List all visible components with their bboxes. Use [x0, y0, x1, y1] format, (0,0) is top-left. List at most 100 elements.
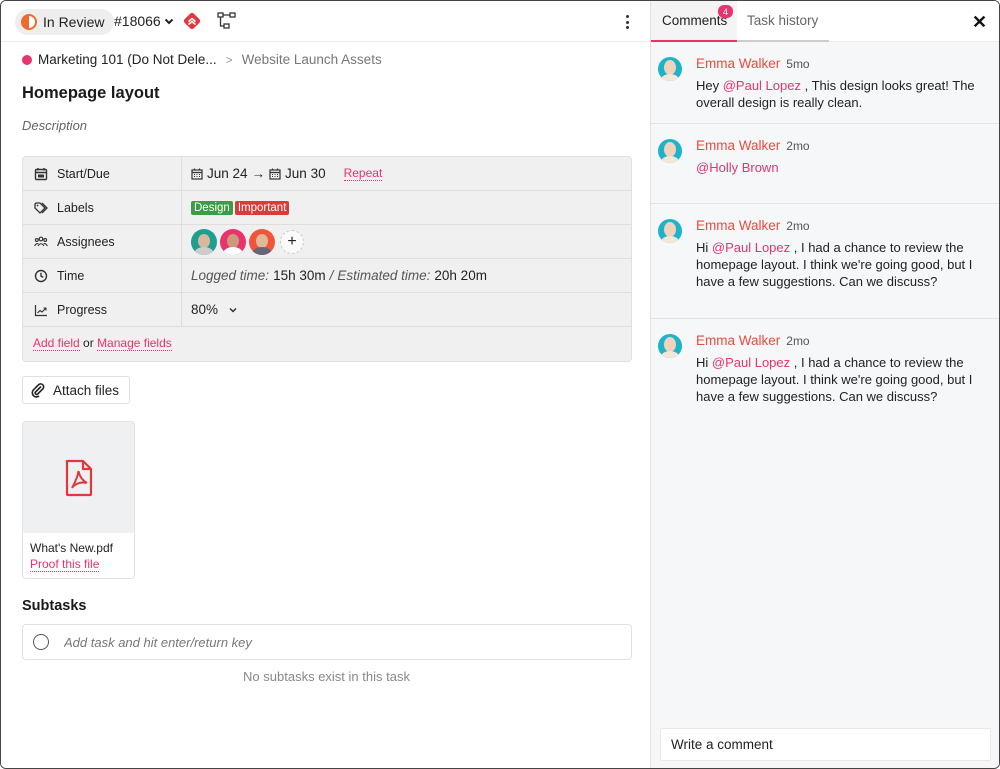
file-attachment-card[interactable]: What's New.pdf Proof this file: [22, 421, 135, 579]
file-thumbnail[interactable]: [23, 422, 134, 533]
tag-important[interactable]: Important: [234, 200, 290, 215]
chevron-down-icon: [164, 18, 173, 25]
field-actions: Add field or Manage fields: [33, 336, 172, 351]
estimated-time-label: Estimated time:: [337, 268, 431, 283]
comment-author[interactable]: Emma Walker: [696, 138, 780, 153]
arrow-right-icon: →: [251, 166, 266, 181]
assignee-avatar[interactable]: [249, 228, 275, 255]
file-name: What's New.pdf: [30, 541, 113, 555]
breadcrumb-list[interactable]: Website Launch Assets: [242, 52, 382, 67]
pdf-file-icon: [65, 459, 92, 496]
comment-item: Emma Walker 2mo @Holly Brown: [651, 124, 999, 204]
tab-label: Comments: [662, 13, 728, 28]
attach-files-button[interactable]: Attach files: [22, 376, 131, 404]
hierarchy-icon[interactable]: [217, 12, 237, 30]
progress-dropdown[interactable]: 80%: [182, 302, 238, 317]
priority-high-icon[interactable]: [182, 11, 202, 31]
logged-time-label: Logged time:: [191, 268, 270, 283]
field-label: Progress: [57, 302, 108, 317]
comment-text: Hi: [696, 240, 712, 255]
field-label: Time: [57, 268, 85, 283]
due-date[interactable]: Jun 30: [285, 166, 326, 181]
commenter-avatar[interactable]: [658, 334, 682, 358]
assignee-avatar[interactable]: [191, 228, 217, 255]
subtask-input[interactable]: [64, 634, 564, 650]
comment-time: 5mo: [786, 57, 810, 71]
field-row-time: Time Logged time: 15h 30m / Estimated ti…: [23, 259, 631, 293]
add-assignee-button[interactable]: +: [280, 229, 304, 254]
write-comment-field[interactable]: [660, 728, 991, 761]
tag-design[interactable]: Design: [191, 200, 233, 215]
commenter-avatar[interactable]: [658, 57, 682, 81]
add-subtask-field[interactable]: [22, 624, 632, 660]
task-detail-window: In Review #18066 Marketing 101 (Do Not D: [0, 0, 1000, 769]
field-key-time: Time: [23, 259, 182, 292]
repeat-link[interactable]: Repeat: [343, 166, 383, 181]
status-icon: [21, 14, 37, 30]
field-key-assignees: Assignees: [23, 225, 182, 258]
comment-body: Hi @Paul Lopez , I had a chance to revie…: [696, 354, 986, 405]
mention-link[interactable]: @Paul Lopez: [712, 355, 790, 370]
time-value[interactable]: Logged time: 15h 30m / Estimated time: 2…: [182, 268, 487, 283]
comment-text: Hey: [696, 78, 723, 93]
task-fields-table: Start/Due Jun 24 → Jun 30 Repeat Labels: [22, 156, 632, 362]
task-title[interactable]: Homepage layout: [22, 84, 160, 103]
tab-label: Task history: [747, 13, 819, 28]
paperclip-icon: [31, 383, 45, 398]
mention-link[interactable]: @Paul Lopez: [723, 78, 801, 93]
task-main-pane: In Review #18066 Marketing 101 (Do Not D: [1, 1, 650, 768]
add-field-link[interactable]: Add field: [33, 336, 80, 351]
start-date[interactable]: Jun 24: [207, 166, 248, 181]
chevron-down-icon: [229, 307, 237, 313]
comment-author[interactable]: Emma Walker: [696, 333, 780, 348]
description-field[interactable]: Description: [22, 118, 87, 133]
comment-author[interactable]: Emma Walker: [696, 56, 780, 71]
labels-value[interactable]: Design Important: [182, 200, 290, 215]
comment-body: @Holly Brown: [696, 159, 986, 176]
comment-header: Emma Walker 5mo: [696, 56, 810, 71]
comments-panel: Comments 4 Task history ✕ Emma Walker 5mo…: [650, 1, 999, 768]
field-label: Start/Due: [57, 166, 110, 181]
field-row-start-due: Start/Due Jun 24 → Jun 30 Repeat: [23, 157, 631, 191]
field-row-progress: Progress 80%: [23, 293, 631, 327]
comment-count-badge: 4: [718, 5, 733, 18]
task-toolbar: In Review #18066: [1, 1, 650, 42]
mention-link[interactable]: @Paul Lopez: [712, 240, 790, 255]
field-row-labels: Labels Design Important: [23, 191, 631, 225]
comment-body: Hey @Paul Lopez , This design looks grea…: [696, 77, 986, 111]
task-id-dropdown[interactable]: #18066: [114, 13, 175, 29]
project-color-dot: [22, 54, 32, 65]
tab-task-history[interactable]: Task history: [737, 1, 829, 42]
circle-checkbox-icon: [33, 634, 49, 650]
clock-icon: [34, 269, 48, 282]
comment-input[interactable]: [671, 737, 971, 752]
comment-author[interactable]: Emma Walker: [696, 218, 780, 233]
mention-link[interactable]: @Holly Brown: [696, 160, 779, 175]
status-label: In Review: [43, 14, 105, 30]
people-icon: [34, 236, 48, 246]
close-icon[interactable]: ✕: [972, 12, 987, 33]
date-range[interactable]: Jun 24 → Jun 30 Repeat: [182, 166, 383, 181]
logged-time-value: 15h 30m: [273, 268, 326, 283]
assignee-list: +: [182, 228, 304, 255]
estimated-time-value: 20h 20m: [434, 268, 487, 283]
task-id-label: #18066: [114, 13, 161, 29]
field-row-assignees: Assignees +: [23, 225, 631, 259]
or-text: or: [83, 336, 94, 350]
proof-file-link[interactable]: Proof this file: [30, 557, 100, 572]
more-options-icon[interactable]: [621, 13, 633, 31]
status-button[interactable]: In Review: [15, 9, 115, 35]
manage-fields-link[interactable]: Manage fields: [97, 336, 172, 351]
field-key-labels: Labels: [23, 191, 182, 224]
comment-item: Emma Walker 5mo Hey @Paul Lopez , This des…: [651, 42, 999, 124]
commenter-avatar[interactable]: [658, 219, 682, 243]
commenter-avatar[interactable]: [658, 139, 682, 163]
calendar-icon: [191, 168, 203, 180]
comment-header: Emma Walker 2mo: [696, 218, 810, 233]
comment-header: Emma Walker 2mo: [696, 138, 810, 153]
attach-files-label: Attach files: [53, 382, 120, 398]
breadcrumb-project[interactable]: Marketing 101 (Do Not Dele...: [38, 52, 217, 67]
assignee-avatar[interactable]: [220, 228, 246, 255]
comment-text: Hi: [696, 355, 712, 370]
tab-comments[interactable]: Comments 4: [651, 1, 737, 42]
